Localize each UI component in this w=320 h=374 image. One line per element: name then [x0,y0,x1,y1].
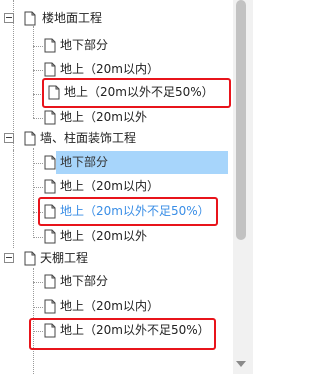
tree-connector [33,187,43,188]
document-icon [44,299,56,314]
collapse-toggle[interactable] [4,253,14,263]
tree-connector [33,331,43,332]
tree-connector [33,237,43,238]
document-icon [48,85,60,100]
document-icon [44,110,56,125]
document-icon [24,11,36,26]
tree-node-label: 楼地面工程 [42,11,103,25]
tree-node-label: 地上（20m以外不足50%） [64,85,214,99]
document-icon [24,131,36,146]
document-icon [44,38,56,53]
scroll-down-arrow-icon[interactable] [236,361,246,367]
tree-node-label: 地下部分 [60,38,109,52]
tree-connector [33,148,34,238]
collapse-toggle[interactable] [4,13,14,23]
document-icon [44,274,56,289]
tree-node-label: 地上（20m以外 [60,110,147,124]
tree-node-label: 天棚工程 [40,251,89,265]
document-icon [44,62,56,77]
document-icon [44,179,56,194]
tree-node-label: 地上（20m以外不足50%） [60,204,210,218]
tree-node-label: 地下部分 [60,274,109,288]
tree-node-label: 地上（20m以内） [60,299,159,313]
tree-connector [33,70,43,71]
tree-connector [33,282,43,283]
document-icon [44,204,56,219]
tree-connector [13,150,14,248]
tree-connector [33,118,43,119]
tree-connector [33,94,43,95]
tree-node-label: 地上（20m以外 [60,229,147,243]
tree-node-label: 地上（20m以外不足50%） [60,323,210,337]
tree-connector [33,212,43,213]
document-icon [44,323,56,338]
document-icon [24,251,36,266]
tree-node-label: 地上（20m以内） [60,179,159,193]
tree-connector [33,46,43,47]
tree-node-label: 墙、柱面装饰工程 [40,131,137,145]
tree-connector [33,163,43,164]
document-icon [44,155,56,170]
tree-connector [33,307,43,308]
tree-connector [33,268,34,374]
tree-connector [33,26,34,118]
tree-node-label: 地上（20m以内） [60,62,159,76]
document-icon [44,229,56,244]
tree-node-label: 地下部分 [60,155,109,169]
scrollbar-thumb[interactable] [236,0,246,240]
collapse-toggle[interactable] [4,133,14,143]
